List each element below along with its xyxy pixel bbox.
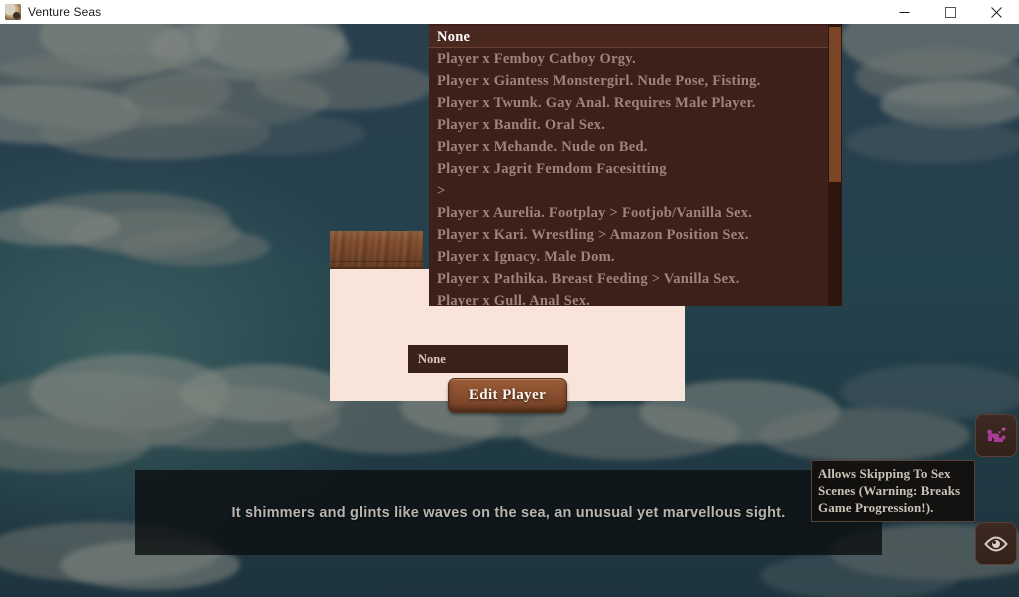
window-title: Venture Seas xyxy=(28,5,102,19)
minimize-button[interactable] xyxy=(881,0,927,24)
dropdown-option[interactable]: Player x Pathika. Breast Feeding > Vanil… xyxy=(429,268,828,290)
dialogue-text: It shimmers and glints like waves on the… xyxy=(231,504,786,521)
application-window: None Edit Player None Player x Femboy Cat… xyxy=(0,0,1019,597)
maximize-icon xyxy=(944,6,956,18)
cloud-decoration xyxy=(120,228,270,266)
dropdown-scrollbar-thumb[interactable] xyxy=(829,27,841,182)
dialogue-box[interactable]: It shimmers and glints like waves on the… xyxy=(135,470,882,555)
scene-dropdown-list[interactable]: None Player x Femboy Catboy Orgy. Player x… xyxy=(429,24,842,306)
eye-icon xyxy=(984,535,1008,552)
dropdown-option[interactable]: Player x Aurelia. Footplay > Footjob/Van… xyxy=(429,202,828,224)
cloud-decoration xyxy=(760,552,960,597)
edit-player-button[interactable]: Edit Player xyxy=(448,378,567,413)
cloud-decoration xyxy=(255,60,435,110)
skip-sex-scene-button[interactable] xyxy=(975,414,1017,457)
dropdown-option[interactable]: Player x Jagrit Femdom Facesitting xyxy=(429,158,828,180)
toggle-ui-button[interactable] xyxy=(975,522,1017,565)
cloud-decoration xyxy=(175,112,365,156)
scene-select-value: None xyxy=(418,351,446,366)
cloud-decoration xyxy=(840,364,1019,420)
dropdown-option[interactable]: Player x Gull. Anal Sex. xyxy=(429,290,828,306)
dropdown-option-container: None Player x Femboy Catboy Orgy. Player x… xyxy=(429,24,828,306)
maximize-button[interactable] xyxy=(927,0,973,24)
dropdown-option[interactable]: Player x Femboy Catboy Orgy. xyxy=(429,48,828,70)
dropdown-option[interactable]: > xyxy=(429,180,828,202)
dropdown-option[interactable]: Player x Twunk. Gay Anal. Requires Male … xyxy=(429,92,828,114)
dropdown-option[interactable]: Player x Kari. Wrestling > Amazon Positi… xyxy=(429,224,828,246)
window-controls xyxy=(881,0,1019,24)
minimize-icon xyxy=(899,11,909,13)
cloud-decoration xyxy=(845,120,1019,164)
title-bar[interactable]: Venture Seas xyxy=(0,0,1019,24)
dropdown-option[interactable]: Player x Mehande. Nude on Bed. xyxy=(429,136,828,158)
tooltip-text: Allows Skipping To Sex Scenes (Warning: … xyxy=(818,466,961,515)
character-portrait-icon xyxy=(5,4,21,20)
edit-player-label: Edit Player xyxy=(468,387,547,403)
close-button[interactable] xyxy=(973,0,1019,24)
panel-header-plank xyxy=(330,231,423,269)
skip-sex-scene-tooltip: Allows Skipping To Sex Scenes (Warning: … xyxy=(811,460,975,522)
dropdown-option[interactable]: Player x Ignacy. Male Dom. xyxy=(429,246,828,268)
sex-scene-skip-icon xyxy=(987,427,1006,442)
dropdown-option[interactable]: None xyxy=(429,26,828,48)
dropdown-option[interactable]: Player x Giantess Monstergirl. Nude Pose… xyxy=(429,70,828,92)
close-icon xyxy=(990,6,1002,18)
scene-select-field[interactable]: None xyxy=(408,345,568,373)
dropdown-scrollbar[interactable] xyxy=(828,24,842,306)
dropdown-option[interactable]: Player x Bandit. Oral Sex. xyxy=(429,114,828,136)
